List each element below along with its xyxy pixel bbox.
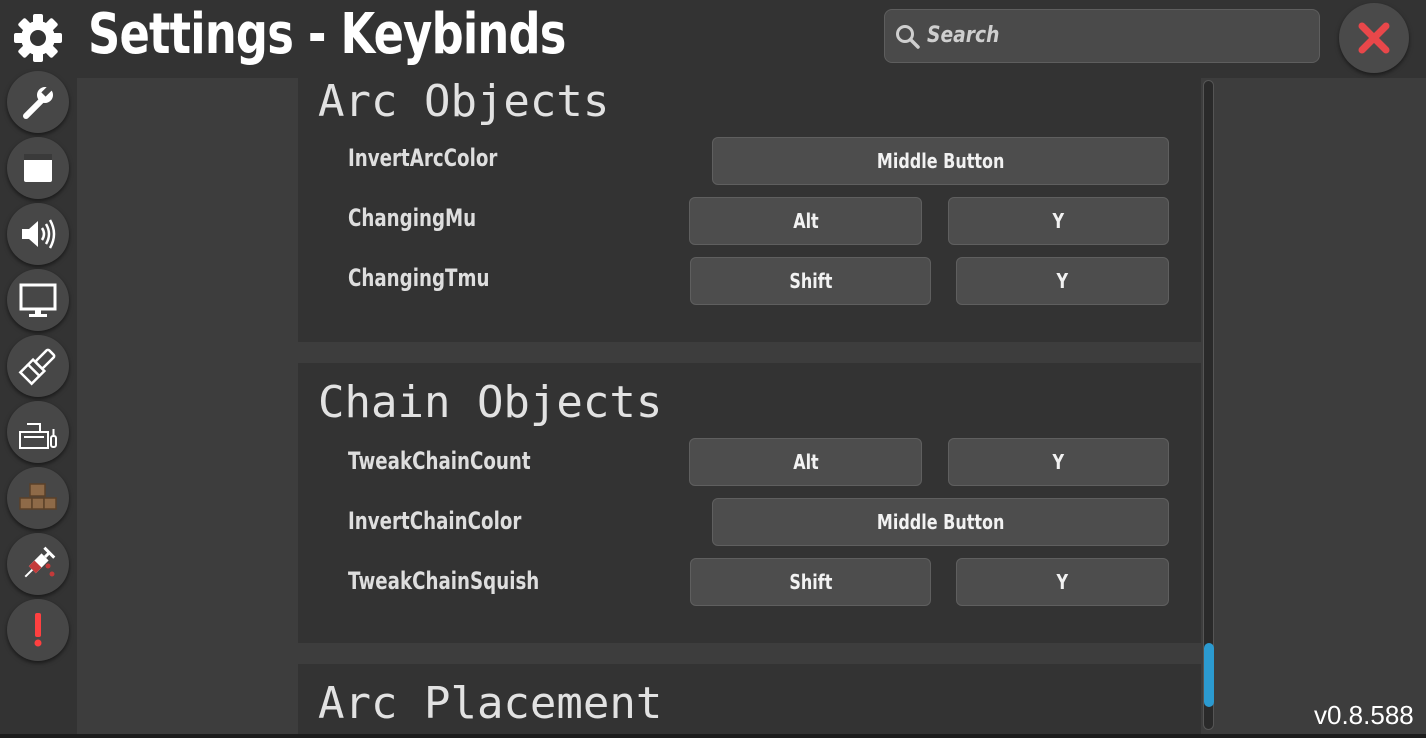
top-bar: Settings - Keybinds Search xyxy=(0,0,1426,78)
keybind-button[interactable]: Middle Button xyxy=(712,498,1169,546)
keybind-button[interactable]: Alt xyxy=(689,438,922,486)
sidebar-item-graphics[interactable] xyxy=(7,269,69,331)
sidebar-item-audio[interactable] xyxy=(7,203,69,265)
version-label: v0.8.588 xyxy=(1314,700,1414,730)
sidebar-item-bricks[interactable] xyxy=(7,467,69,529)
scrollbar-thumb[interactable] xyxy=(1204,643,1214,707)
section-title: Arc Placement xyxy=(318,678,663,729)
speaker-icon xyxy=(22,219,56,249)
keybind-button[interactable]: Shift xyxy=(690,257,931,305)
sidebar-item-interface[interactable] xyxy=(7,137,69,199)
sidebar-item-keybinds[interactable] xyxy=(7,401,69,463)
paint-brush-icon xyxy=(18,348,56,386)
sidebar xyxy=(0,71,77,738)
keybind-label: ChangingMu xyxy=(348,204,477,232)
search-placeholder: Search xyxy=(927,23,1000,48)
window-icon xyxy=(24,154,52,182)
gear-icon xyxy=(14,14,62,62)
keybind-label: InvertChainColor xyxy=(348,507,522,535)
section-title: Chain Objects xyxy=(318,377,663,428)
monitor-icon xyxy=(19,283,57,317)
keyboard-icon xyxy=(19,423,57,449)
sidebar-item-colors[interactable] xyxy=(7,335,69,397)
section-arc-placement: Arc Placement xyxy=(298,664,1201,738)
syringe-icon xyxy=(24,546,56,578)
exclamation-icon xyxy=(34,613,42,647)
page-title: Settings - Keybinds xyxy=(88,2,566,67)
keybind-button[interactable]: Alt xyxy=(689,197,922,245)
sidebar-item-general[interactable] xyxy=(7,71,69,133)
wrench-icon xyxy=(23,85,53,119)
sidebar-item-experimental[interactable] xyxy=(7,533,69,595)
bricks-icon xyxy=(19,483,57,510)
keybind-label: TweakChainCount xyxy=(348,447,531,475)
search-input[interactable]: Search xyxy=(884,9,1320,63)
close-icon xyxy=(1358,22,1390,54)
keybind-label: TweakChainSquish xyxy=(348,567,540,595)
keybind-button[interactable]: Y xyxy=(948,197,1169,245)
sidebar-item-debug[interactable] xyxy=(7,599,69,661)
close-button[interactable] xyxy=(1339,3,1409,73)
keybind-button[interactable]: Shift xyxy=(690,558,931,606)
bottom-edge xyxy=(0,734,1426,738)
keybind-button[interactable]: Y xyxy=(956,257,1169,305)
scrollbar-track[interactable] xyxy=(1203,80,1214,730)
keybind-button[interactable]: Y xyxy=(956,558,1169,606)
section-arc-objects: Arc Objects InvertArcColor Middle Button… xyxy=(298,76,1201,342)
keybind-button[interactable]: Middle Button xyxy=(712,137,1169,185)
search-icon xyxy=(896,25,920,49)
section-title: Arc Objects xyxy=(318,76,610,127)
keybind-button[interactable]: Y xyxy=(948,438,1169,486)
section-chain-objects: Chain Objects TweakChainCount Alt Y Inve… xyxy=(298,363,1201,643)
keybind-label: ChangingTmu xyxy=(348,264,490,292)
keybind-label: InvertArcColor xyxy=(348,144,498,172)
